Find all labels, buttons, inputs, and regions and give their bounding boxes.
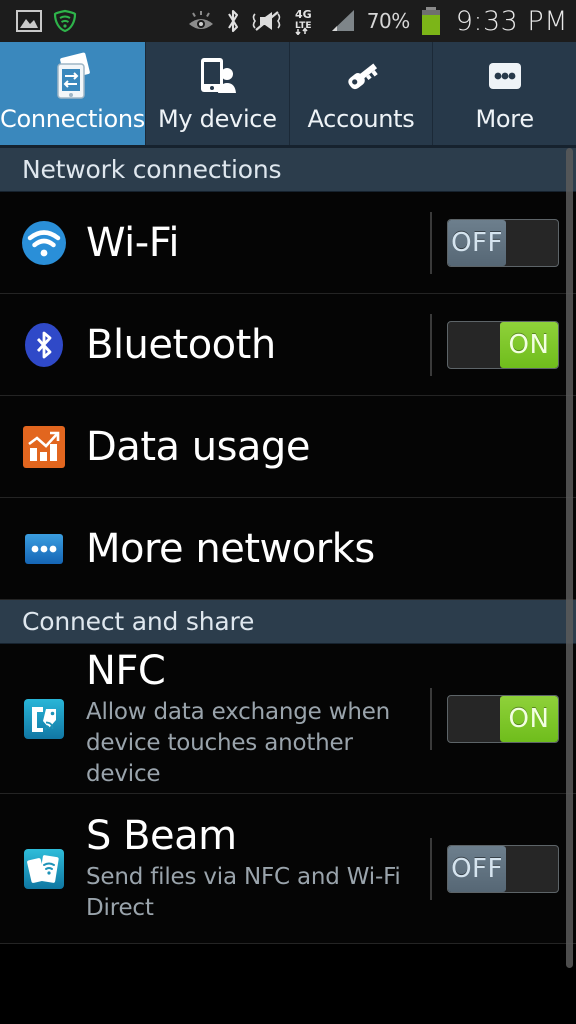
4g-lte-icon: 4G LTE [293,7,319,35]
status-bar-left-icons [0,9,78,33]
more-networks-icon [20,525,68,573]
s-beam-toggle-switch[interactable]: OFF [447,844,559,893]
list-item-more-networks[interactable]: More networks [0,498,576,600]
battery-icon [419,6,443,36]
wifi-toggle-switch[interactable]: OFF [447,218,559,267]
status-bar: 4G LTE 70% 9:33 PM [0,0,576,42]
list-item-s-beam-title: S Beam [86,813,237,859]
list-item-bluetooth[interactable]: Bluetooth ON [0,294,576,396]
smart-stay-eye-icon [186,9,216,33]
list-item-more-networks-title: More networks [86,525,375,572]
vertical-scrollbar[interactable] [566,148,573,968]
list-item-s-beam-subtitle: Send files via NFC and Wi-Fi Direct [86,864,401,921]
tab-bar: Connections My device Accounts More [0,42,576,145]
wifi-toggle-label: OFF [448,219,506,266]
bluetooth-toggle[interactable]: ON [430,313,576,376]
bluetooth-toggle-label: ON [500,321,558,368]
s-beam-toggle[interactable]: OFF [430,837,576,900]
list-item-data-usage-title: Data usage [86,423,310,470]
image-icon [16,9,42,33]
divider [430,687,432,750]
tab-connections[interactable]: Connections [0,42,147,145]
nfc-toggle[interactable]: ON [430,687,576,750]
list-item-data-usage-text: Data usage [86,424,576,470]
tab-my-device[interactable]: My device [146,42,290,145]
antivirus-shield-icon [52,9,78,33]
nfc-toggle-switch[interactable]: ON [447,694,559,743]
nfc-toggle-label: ON [500,695,558,742]
status-bar-right-icons: 4G LTE 70% 9:33 PM [186,6,576,37]
s-beam-icon [20,845,68,893]
wifi-icon [20,219,68,267]
key-icon [334,51,388,103]
s-beam-toggle-label: OFF [448,845,506,892]
wifi-toggle[interactable]: OFF [430,211,576,274]
battery-percent-label: 70% [366,9,410,33]
list-item-wifi-text: Wi-Fi [86,220,430,266]
status-bar-clock: 9:33 PM [455,5,568,37]
list-item-nfc-text: NFC Allow data exchange when device touc… [86,648,430,790]
list-item-data-usage[interactable]: Data usage [0,396,576,498]
nfc-icon [20,695,68,743]
my-device-icon [190,51,244,103]
tab-accounts-label: Accounts [307,105,415,133]
list-item-bluetooth-text: Bluetooth [86,322,430,368]
list-item-wifi[interactable]: Wi-Fi OFF [0,192,576,294]
section-header-network-connections: Network connections [0,148,576,192]
list-item-bluetooth-title: Bluetooth [86,321,276,368]
tab-more[interactable]: More [433,42,576,145]
bluetooth-toggle-switch[interactable]: ON [447,320,559,369]
connections-icon [46,51,100,103]
bluetooth-icon [225,8,241,34]
bluetooth-icon [20,321,68,369]
tab-my-device-label: My device [158,105,277,133]
divider [430,211,432,274]
sound-mute-vibrate-icon [250,8,284,34]
list-item-nfc-subtitle: Allow data exchange when device touches … [86,698,391,787]
divider [430,837,432,900]
list-item-s-beam-text: S Beam Send files via NFC and Wi-Fi Dire… [86,813,430,924]
signal-bars-icon [328,8,358,34]
tab-connections-label: Connections [0,105,146,133]
svg-text:4G: 4G [295,8,312,21]
divider [430,313,432,376]
section-header-connect-and-share: Connect and share [0,600,576,644]
more-dots-icon [478,51,532,103]
list-item-nfc-title: NFC [86,647,166,694]
tab-more-label: More [475,105,535,133]
list-item-wifi-title: Wi-Fi [86,219,179,266]
data-usage-icon [20,423,68,471]
list-item-s-beam[interactable]: S Beam Send files via NFC and Wi-Fi Dire… [0,794,576,944]
tab-accounts[interactable]: Accounts [289,42,434,145]
list-item-nfc[interactable]: NFC Allow data exchange when device touc… [0,644,576,794]
list-item-more-networks-text: More networks [86,526,576,572]
settings-screen: 4G LTE 70% 9:33 PM Connections My device… [0,0,576,1024]
